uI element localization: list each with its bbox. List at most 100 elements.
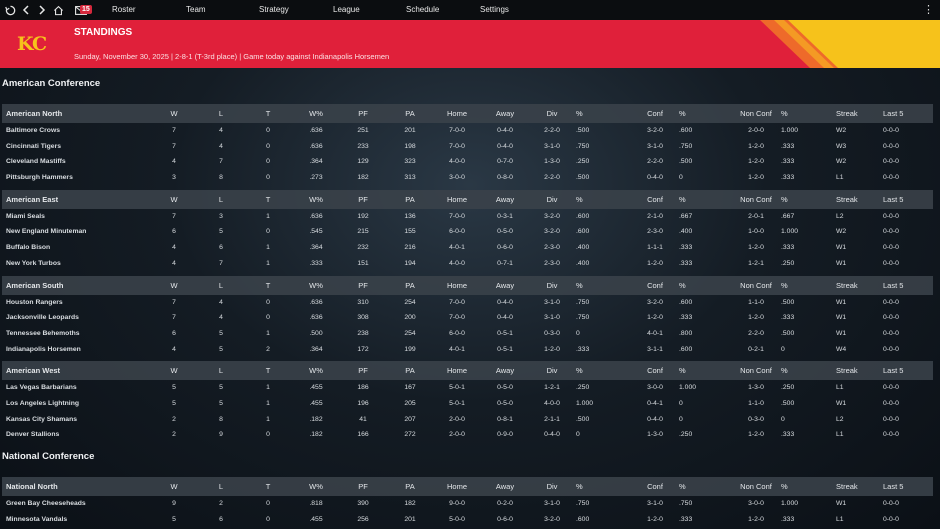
menu-schedule[interactable]: Schedule bbox=[406, 0, 439, 20]
column-header[interactable]: W% bbox=[309, 477, 323, 496]
table-row[interactable]: Denver Stallions 2 9 0 .182 166 272 2-0-0 0-9-0 0… bbox=[2, 427, 933, 443]
column-header[interactable]: W bbox=[170, 477, 177, 496]
column-header[interactable]: Conf bbox=[647, 104, 663, 123]
column-header[interactable]: PA bbox=[405, 276, 414, 295]
column-header[interactable]: Away bbox=[496, 190, 514, 209]
column-header[interactable]: PF bbox=[358, 276, 368, 295]
table-row[interactable]: Los Angeles Lightning 5 5 1 .455 196 205 5-0-1 0… bbox=[2, 396, 933, 412]
column-header[interactable]: T bbox=[266, 477, 271, 496]
home-icon[interactable] bbox=[50, 0, 66, 20]
refresh-icon[interactable] bbox=[2, 0, 18, 20]
table-row[interactable]: Houston Rangers 7 4 0 .636 310 254 7-0-0 0-4-0 3-… bbox=[2, 295, 933, 311]
team-name[interactable]: Los Angeles Lightning bbox=[6, 396, 79, 412]
team-name[interactable]: Minnesota Vandals bbox=[6, 512, 67, 528]
column-header[interactable]: Non Conf bbox=[740, 361, 772, 380]
column-header[interactable]: % bbox=[576, 190, 583, 209]
table-row[interactable]: Jacksonville Leopards 7 4 0 .636 308 200 7-0-0 0… bbox=[2, 310, 933, 326]
table-row[interactable]: Miami Seals 7 3 1 .636 192 136 7-0-0 0-3-1 3-2-0.… bbox=[2, 209, 933, 225]
column-header[interactable]: W bbox=[170, 276, 177, 295]
column-header[interactable]: % bbox=[576, 104, 583, 123]
column-header[interactable]: Home bbox=[447, 276, 467, 295]
column-header[interactable]: % bbox=[781, 276, 788, 295]
menu-roster[interactable]: Roster bbox=[112, 0, 136, 20]
column-header[interactable]: L bbox=[219, 276, 223, 295]
column-header[interactable]: L bbox=[219, 477, 223, 496]
column-header[interactable]: W% bbox=[309, 276, 323, 295]
team-name[interactable]: New England Minuteman bbox=[6, 224, 86, 240]
more-options-icon[interactable]: ⋮ bbox=[923, 0, 934, 20]
column-header[interactable]: Streak bbox=[836, 361, 858, 380]
column-header[interactable]: Streak bbox=[836, 190, 858, 209]
table-row[interactable]: Cleveland Mastiffs 4 7 0 .364 129 323 4-0-0 0-7-… bbox=[2, 154, 933, 170]
column-header[interactable]: Away bbox=[496, 477, 514, 496]
column-header[interactable]: % bbox=[576, 276, 583, 295]
column-header[interactable]: W bbox=[170, 361, 177, 380]
team-name[interactable]: Houston Rangers bbox=[6, 295, 63, 311]
column-header[interactable]: PF bbox=[358, 190, 368, 209]
column-header[interactable]: Non Conf bbox=[740, 276, 772, 295]
column-header[interactable]: Div bbox=[547, 190, 558, 209]
column-header[interactable]: % bbox=[576, 477, 583, 496]
table-row[interactable]: New York Turbos 4 7 1 .333 151 194 4-0-0 0-7-1 2-… bbox=[2, 256, 933, 272]
column-header[interactable]: L bbox=[219, 104, 223, 123]
column-header[interactable]: Streak bbox=[836, 477, 858, 496]
menu-settings[interactable]: Settings bbox=[480, 0, 509, 20]
table-row[interactable]: Minnesota Vandals 5 6 0 .455 256 201 5-0-0 0-6-0… bbox=[2, 512, 933, 528]
column-header[interactable]: Home bbox=[447, 477, 467, 496]
column-header[interactable]: PA bbox=[405, 190, 414, 209]
team-name[interactable]: Indianapolis Horsemen bbox=[6, 342, 81, 358]
column-header[interactable]: Last 5 bbox=[883, 276, 903, 295]
team-name[interactable]: Cincinnati Tigers bbox=[6, 139, 61, 155]
table-row[interactable]: Pittsburgh Hammers 3 8 0 .273 182 313 3-0-0 0-8-… bbox=[2, 170, 933, 186]
column-header[interactable]: Away bbox=[496, 361, 514, 380]
mail-icon[interactable]: 15 bbox=[70, 0, 92, 20]
column-header[interactable]: Last 5 bbox=[883, 190, 903, 209]
column-header[interactable]: W% bbox=[309, 190, 323, 209]
team-name[interactable]: Kansas City Shamans bbox=[6, 412, 77, 428]
column-header[interactable]: T bbox=[266, 190, 271, 209]
column-header[interactable]: % bbox=[781, 361, 788, 380]
column-header[interactable]: Streak bbox=[836, 104, 858, 123]
column-header[interactable]: PA bbox=[405, 477, 414, 496]
column-header[interactable]: Div bbox=[547, 477, 558, 496]
column-header[interactable]: PF bbox=[358, 104, 368, 123]
column-header[interactable]: Non Conf bbox=[740, 477, 772, 496]
team-name[interactable]: Denver Stallions bbox=[6, 427, 59, 443]
menu-team[interactable]: Team bbox=[186, 0, 206, 20]
table-row[interactable]: Baltimore Crows 7 4 0 .636 251 201 7-0-0 0-4-0 2-… bbox=[2, 123, 933, 139]
column-header[interactable]: PA bbox=[405, 104, 414, 123]
column-header[interactable]: % bbox=[576, 361, 583, 380]
column-header[interactable]: Away bbox=[496, 276, 514, 295]
table-row[interactable]: Green Bay Cheeseheads 9 2 0 .818 390 182 9-0-0 0… bbox=[2, 496, 933, 512]
table-row[interactable]: New England Minuteman 6 5 0 .545 215 155 6-0-0 0… bbox=[2, 224, 933, 240]
forward-arrow-icon[interactable] bbox=[34, 0, 50, 20]
team-name[interactable]: Jacksonville Leopards bbox=[6, 310, 79, 326]
column-header[interactable]: Last 5 bbox=[883, 477, 903, 496]
column-header[interactable]: Last 5 bbox=[883, 104, 903, 123]
column-header[interactable]: Conf bbox=[647, 477, 663, 496]
column-header[interactable]: L bbox=[219, 190, 223, 209]
table-row[interactable]: Tennessee Behemoths 6 5 1 .500 238 254 6-0-0 0-5… bbox=[2, 326, 933, 342]
column-header[interactable]: Div bbox=[547, 276, 558, 295]
column-header[interactable]: T bbox=[266, 276, 271, 295]
column-header[interactable]: Away bbox=[496, 104, 514, 123]
column-header[interactable]: W% bbox=[309, 104, 323, 123]
column-header[interactable]: % bbox=[781, 104, 788, 123]
column-header[interactable]: T bbox=[266, 104, 271, 123]
column-header[interactable]: % bbox=[679, 190, 686, 209]
column-header[interactable]: T bbox=[266, 361, 271, 380]
column-header[interactable]: Non Conf bbox=[740, 190, 772, 209]
table-row[interactable]: Indianapolis Horsemen 4 5 2 .364 172 199 4-0-1 0… bbox=[2, 342, 933, 358]
team-name[interactable]: Baltimore Crows bbox=[6, 123, 60, 139]
column-header[interactable]: % bbox=[679, 477, 686, 496]
column-header[interactable]: Conf bbox=[647, 190, 663, 209]
team-name[interactable]: Green Bay Cheeseheads bbox=[6, 496, 86, 512]
team-name[interactable]: Miami Seals bbox=[6, 209, 45, 225]
team-name[interactable]: New York Turbos bbox=[6, 256, 61, 272]
column-header[interactable]: W% bbox=[309, 361, 323, 380]
column-header[interactable]: W bbox=[170, 104, 177, 123]
column-header[interactable]: Home bbox=[447, 361, 467, 380]
menu-strategy[interactable]: Strategy bbox=[259, 0, 289, 20]
column-header[interactable]: % bbox=[679, 361, 686, 380]
team-name[interactable]: Pittsburgh Hammers bbox=[6, 170, 73, 186]
